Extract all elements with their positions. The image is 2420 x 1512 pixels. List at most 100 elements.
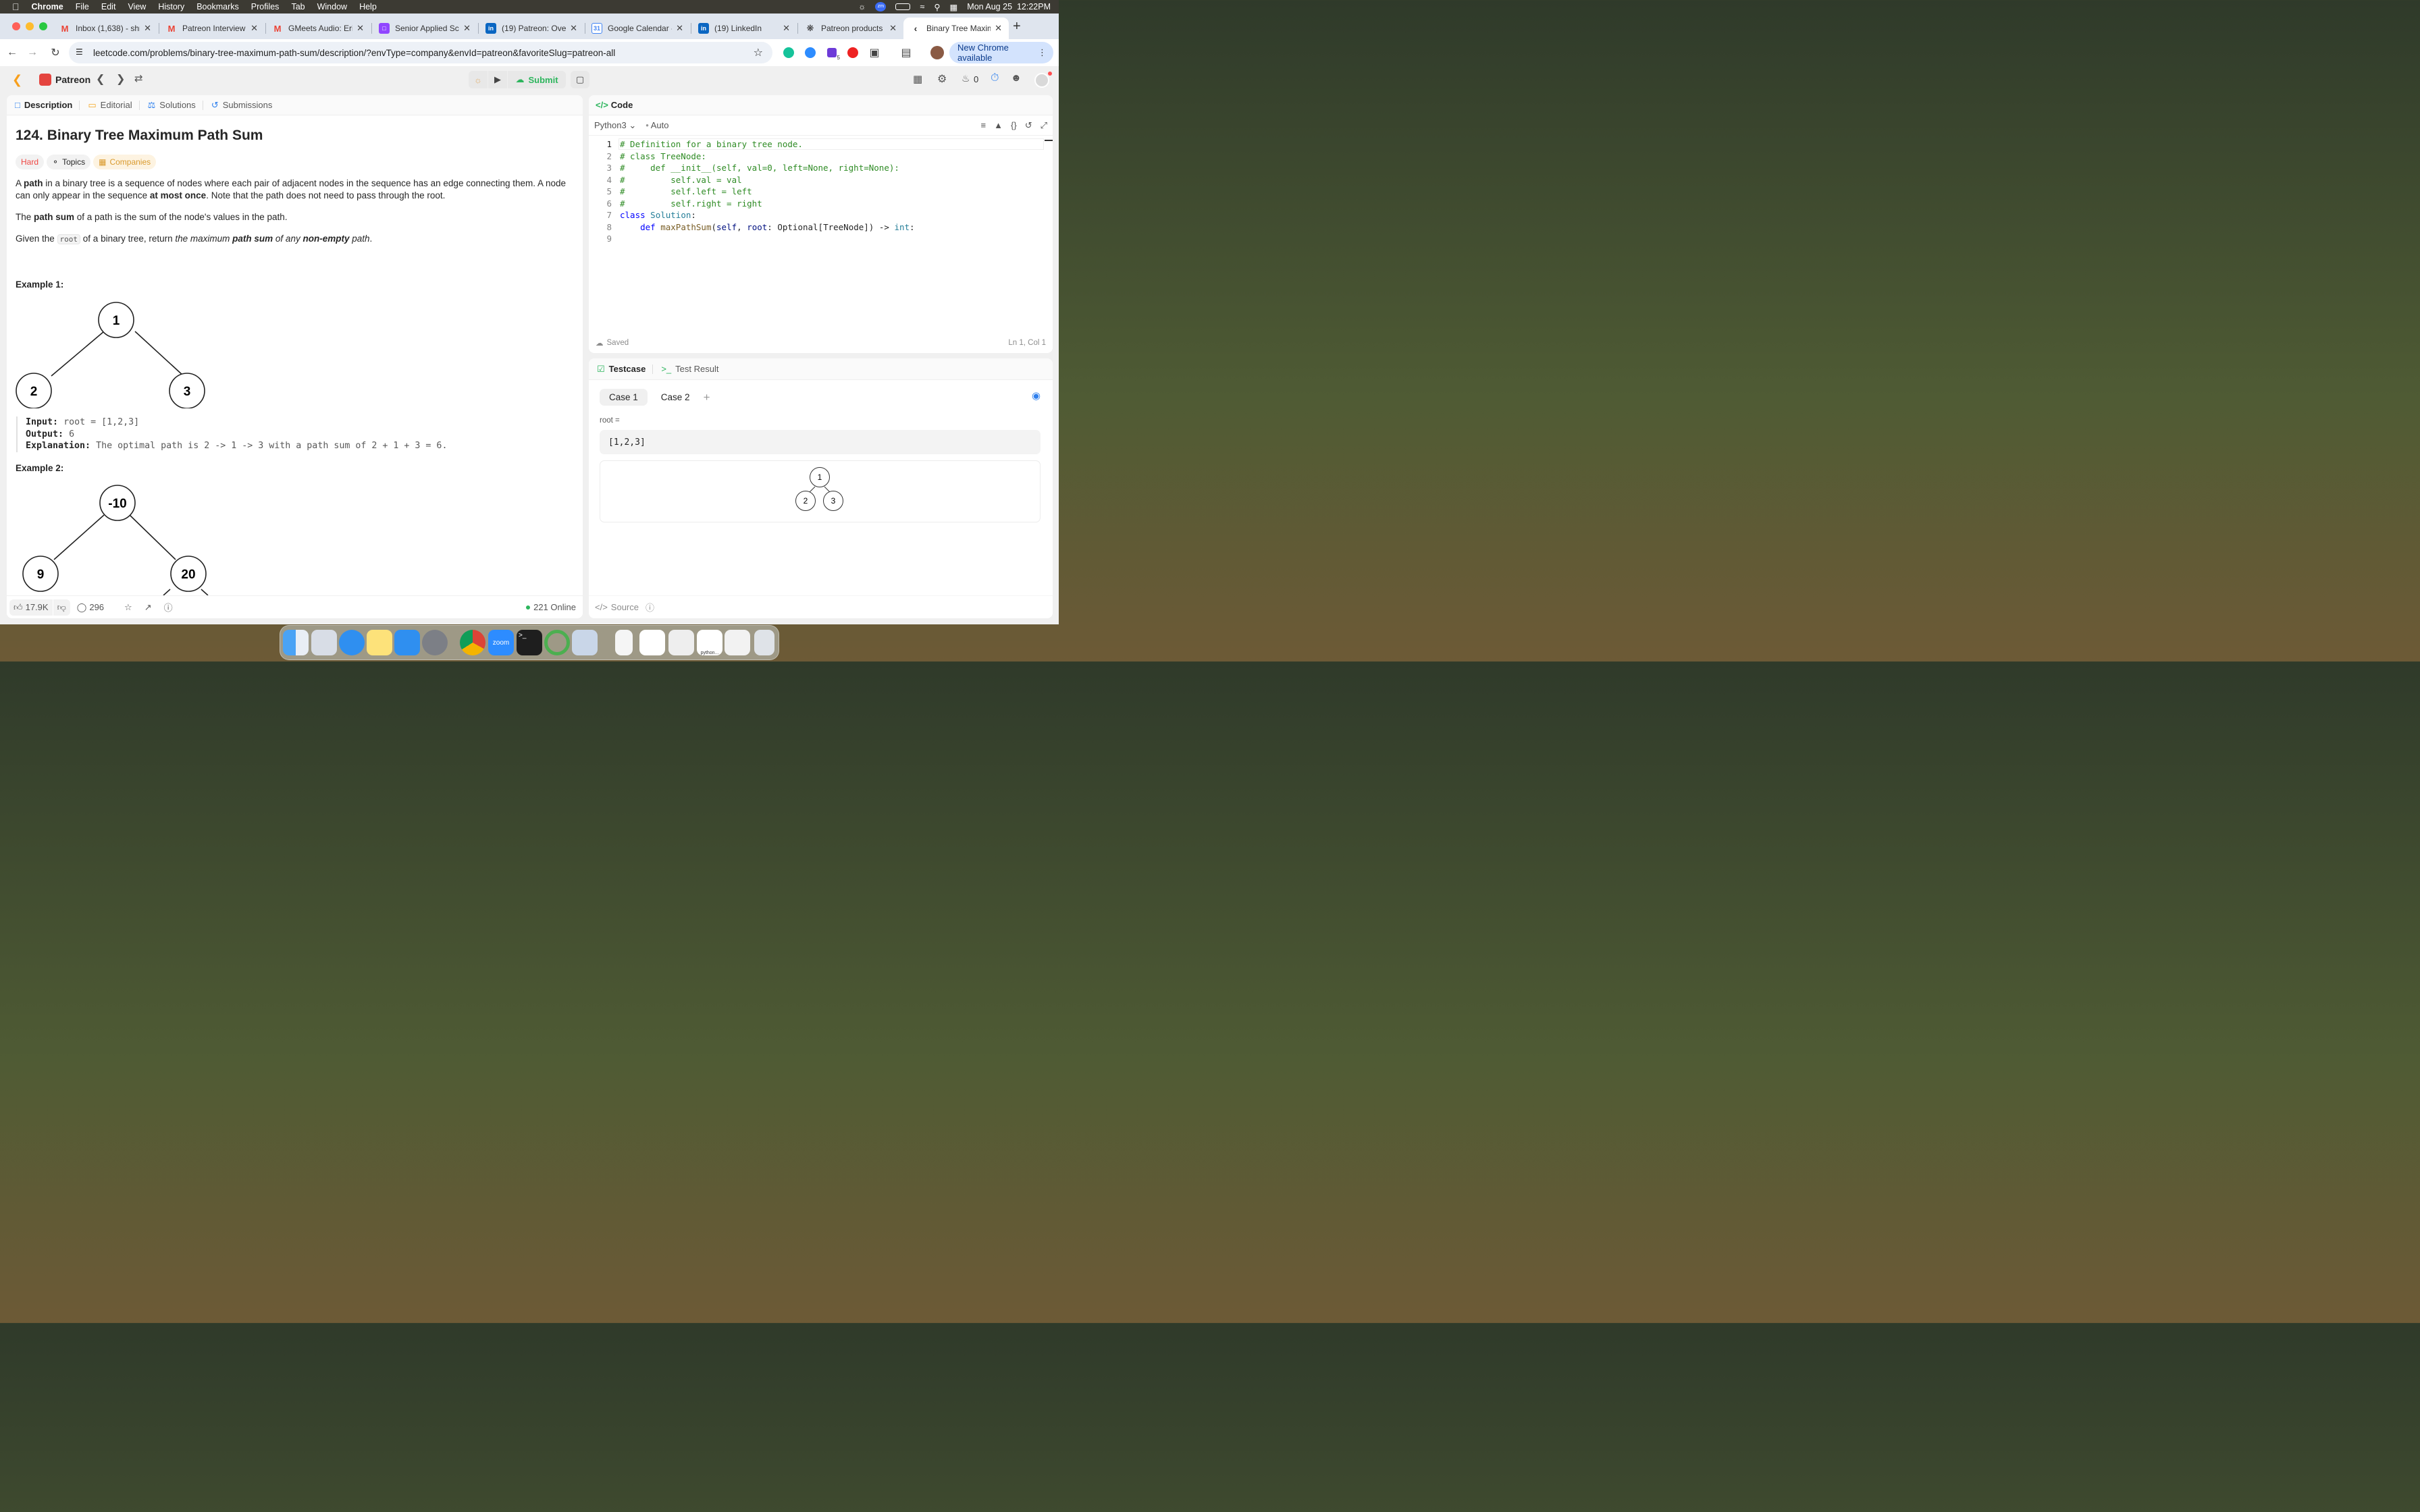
forward-icon[interactable]: → bbox=[24, 45, 41, 61]
zoom-status-icon[interactable]: zm bbox=[875, 2, 887, 11]
tab-search-icon[interactable]: ▤ bbox=[898, 45, 914, 61]
control-center-icon[interactable]: ▦ bbox=[949, 2, 957, 12]
browser-tab-active[interactable]: ‹ Binary Tree Maximu ✕ bbox=[903, 18, 1009, 39]
brightness-icon[interactable]: ☼ bbox=[858, 2, 866, 11]
chrome-dock-icon[interactable] bbox=[460, 630, 485, 655]
run-button[interactable]: ▶ bbox=[488, 71, 507, 88]
spotlight-search-icon[interactable]: ⚲ bbox=[934, 2, 940, 12]
zoom-extension-icon[interactable] bbox=[802, 45, 818, 61]
address-bar[interactable]: ☰ leetcode.com/problems/binary-tree-maxi… bbox=[69, 42, 772, 63]
reset-code-icon[interactable]: ↺ bbox=[1025, 120, 1032, 131]
company-list-title[interactable]: Patreon bbox=[55, 74, 90, 85]
python-window-thumbnail[interactable]: python... bbox=[697, 630, 722, 655]
share-icon[interactable]: ↗ bbox=[144, 602, 152, 613]
browser-tab[interactable]: M Inbox (1,638) - shr ✕ bbox=[53, 18, 158, 39]
close-tab-icon[interactable]: ✕ bbox=[889, 23, 897, 34]
timer-icon[interactable]: ⏱ bbox=[991, 72, 999, 84]
system-settings-icon[interactable] bbox=[422, 630, 448, 655]
code-editor[interactable]: 1 # Definition for a binary tree node. 2 #… bbox=[589, 137, 1053, 333]
user-avatar[interactable] bbox=[1034, 73, 1049, 88]
add-case-icon[interactable]: + bbox=[704, 391, 710, 404]
param-input[interactable]: [1,2,3] bbox=[600, 430, 1041, 454]
close-tab-icon[interactable]: ✕ bbox=[251, 23, 258, 34]
case-2-tab[interactable]: Case 2 bbox=[652, 389, 700, 406]
browser-tab[interactable]: in (19) Patreon: Overv ✕ bbox=[479, 18, 584, 39]
dislike-button[interactable]: 👎︎ bbox=[53, 599, 70, 616]
tab-solutions[interactable]: ⚖ Solutions bbox=[148, 100, 196, 111]
source-button[interactable]: Source bbox=[611, 602, 639, 612]
tab-testcase[interactable]: ☑ Testcase bbox=[597, 364, 646, 375]
debug-button[interactable]: ☼ bbox=[469, 71, 488, 88]
launchpad-icon[interactable] bbox=[311, 630, 337, 655]
menu-history[interactable]: History bbox=[158, 2, 184, 11]
topics-tag[interactable]: ⚬ Topics bbox=[47, 155, 91, 169]
tab-editorial[interactable]: ▭ Editorial bbox=[88, 100, 132, 111]
menu-help[interactable]: Help bbox=[359, 2, 377, 11]
browser-tab[interactable]: M GMeets Audio: Erin ✕ bbox=[265, 18, 371, 39]
tab-description[interactable]: □ Description bbox=[15, 100, 72, 110]
comments-button[interactable]: ◯ 296 bbox=[77, 602, 104, 613]
more-menu-icon[interactable]: ⋮ bbox=[1038, 47, 1047, 58]
minimize-window-button[interactable] bbox=[26, 22, 34, 30]
tab-submissions[interactable]: ↺ Submissions bbox=[211, 100, 273, 111]
fullscreen-icon[interactable]: ⤢ bbox=[1041, 120, 1047, 131]
help-icon[interactable]: ⓘ bbox=[646, 601, 654, 614]
grammarly-icon[interactable] bbox=[781, 45, 797, 61]
profile-avatar[interactable] bbox=[929, 45, 945, 61]
favorite-star-icon[interactable]: ☆ bbox=[124, 602, 132, 613]
close-tab-icon[interactable]: ✕ bbox=[570, 23, 577, 34]
next-problem-icon[interactable]: ❯ bbox=[116, 72, 125, 86]
leetcode-logo-icon[interactable]: ❮ bbox=[12, 73, 26, 86]
menu-app-name[interactable]: Chrome bbox=[32, 2, 63, 11]
preview-icon[interactable] bbox=[572, 630, 598, 655]
new-tab-button[interactable]: + bbox=[1013, 19, 1021, 34]
zoom-dock-icon[interactable]: zoom bbox=[488, 630, 514, 655]
help-icon[interactable]: ⓘ bbox=[164, 601, 173, 614]
browser-tab[interactable]: 31 Google Calendar - ✕ bbox=[585, 18, 690, 39]
layout-icon[interactable]: ▦ bbox=[913, 73, 922, 85]
menubar-datetime[interactable]: Mon Aug 25 12:22PM bbox=[967, 2, 1051, 11]
close-window-button[interactable] bbox=[12, 22, 20, 30]
wifi-icon[interactable]: ≈ bbox=[920, 2, 924, 11]
companies-tag[interactable]: ▦ Companies bbox=[93, 155, 157, 169]
auto-mode-toggle[interactable]: • Auto bbox=[646, 120, 668, 130]
prev-problem-icon[interactable]: ❮ bbox=[96, 72, 105, 86]
browser-tab[interactable]: in (19) LinkedIn ✕ bbox=[691, 18, 797, 39]
close-tab-icon[interactable]: ✕ bbox=[995, 23, 1002, 34]
notes-button[interactable]: ▢ bbox=[571, 71, 589, 88]
close-tab-icon[interactable]: ✕ bbox=[144, 23, 151, 34]
visualize-eye-icon[interactable]: ◉ bbox=[1032, 389, 1041, 402]
menu-file[interactable]: File bbox=[76, 2, 89, 11]
bookmark-icon[interactable]: ▲ bbox=[994, 120, 1003, 130]
safari-icon[interactable] bbox=[339, 630, 365, 655]
problem-title[interactable]: 124. Binary Tree Maximum Path Sum bbox=[16, 128, 574, 144]
reload-icon[interactable]: ↻ bbox=[47, 45, 63, 61]
app-store-icon[interactable] bbox=[394, 630, 420, 655]
document-thumbnail[interactable] bbox=[615, 630, 633, 655]
extensions-puzzle-icon[interactable]: ▣ bbox=[866, 45, 883, 61]
braces-icon[interactable]: {} bbox=[1011, 120, 1017, 130]
close-tab-icon[interactable]: ✕ bbox=[676, 23, 683, 34]
editor-scrollbar[interactable] bbox=[1045, 137, 1053, 333]
close-tab-icon[interactable]: ✕ bbox=[463, 23, 471, 34]
url-text[interactable]: leetcode.com/problems/binary-tree-maximu… bbox=[93, 48, 615, 58]
browser-tab[interactable]: ❋ Patreon products a ✕ bbox=[798, 18, 903, 39]
battery-icon[interactable] bbox=[895, 3, 911, 10]
window-thumbnail[interactable] bbox=[725, 630, 750, 655]
streak-fire-icon[interactable]: ♨ bbox=[962, 73, 970, 84]
window-thumbnail[interactable] bbox=[668, 630, 694, 655]
menu-bookmarks[interactable]: Bookmarks bbox=[196, 2, 239, 11]
back-icon[interactable]: ← bbox=[4, 45, 20, 61]
shuffle-icon[interactable]: ⇄ bbox=[134, 72, 143, 84]
settings-gear-icon[interactable]: ⚙ bbox=[937, 72, 947, 86]
close-tab-icon[interactable]: ✕ bbox=[357, 23, 364, 34]
extension-badge-icon[interactable]: 5 bbox=[824, 45, 840, 61]
submit-button[interactable]: ☁ Submit bbox=[508, 71, 566, 88]
browser-tab[interactable]: M Patreon Interview C ✕ bbox=[159, 18, 265, 39]
window-thumbnail[interactable] bbox=[639, 630, 665, 655]
finder-icon[interactable] bbox=[283, 630, 309, 655]
bookmark-star-icon[interactable]: ☆ bbox=[754, 46, 763, 59]
close-tab-icon[interactable]: ✕ bbox=[783, 23, 790, 34]
menu-view[interactable]: View bbox=[128, 2, 146, 11]
format-icon[interactable]: ≡ bbox=[981, 120, 987, 130]
